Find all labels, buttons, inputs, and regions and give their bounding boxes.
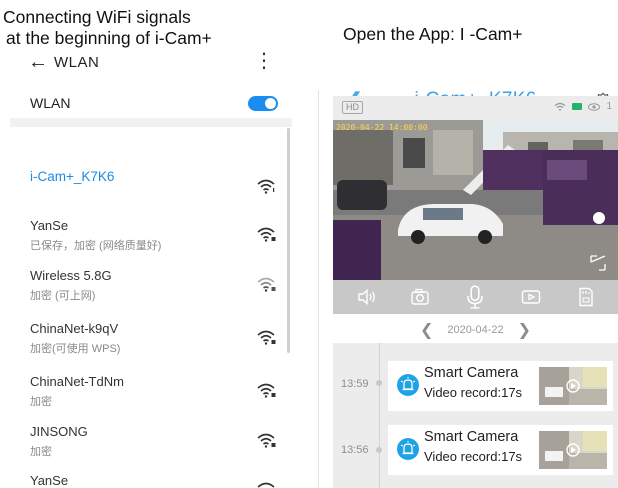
network-name: ChinaNet-k9qV bbox=[30, 321, 119, 336]
record-card[interactable]: Smart Camera Video record:17s bbox=[388, 425, 613, 475]
microphone-icon[interactable] bbox=[463, 282, 487, 312]
chevron-left-icon[interactable]: ❮ bbox=[420, 320, 433, 340]
network-status: 加密 (可上网) bbox=[30, 290, 96, 302]
wifi-lock-icon bbox=[257, 433, 276, 448]
wifi-lock-icon bbox=[257, 277, 276, 292]
viewer-count: 1 bbox=[606, 101, 612, 112]
left-caption-line1: Connecting WiFi signals bbox=[3, 7, 191, 27]
video-timestamp: 2020-04-22 14:00:00 bbox=[336, 123, 428, 132]
record-thumbnail[interactable] bbox=[539, 367, 607, 405]
record-icon[interactable] bbox=[520, 286, 542, 308]
panel-divider bbox=[318, 90, 319, 488]
record-title: Smart Camera bbox=[424, 365, 519, 381]
wlan-toggle-label: WLAN bbox=[30, 95, 71, 111]
network-name: Wireless 5.8G bbox=[30, 268, 112, 283]
right-caption: Open the App: I -Cam+ bbox=[343, 24, 523, 44]
network-item-chinanet-k9qv[interactable]: ChinaNet-k9qV 加密(可使用 WPS) bbox=[30, 321, 276, 356]
network-status: 加密 bbox=[30, 446, 52, 458]
record-title: Smart Camera bbox=[424, 429, 519, 445]
wlan-toggle-row: WLAN bbox=[30, 92, 278, 114]
video-status-strip: HD 1 bbox=[333, 96, 618, 120]
video-controls bbox=[333, 280, 618, 314]
record-subtitle: Video record:17s bbox=[424, 385, 523, 400]
wifi-lock-icon bbox=[257, 227, 276, 242]
network-item-yanse-2[interactable]: YanSe bbox=[30, 473, 276, 488]
record-subtitle: Video record:17s bbox=[424, 449, 523, 464]
timeline-dot bbox=[376, 447, 382, 453]
wlan-header-title: WLAN bbox=[54, 53, 100, 71]
selected-date: 2020-04-22 bbox=[447, 324, 504, 336]
network-status: 加密(可使用 WPS) bbox=[30, 343, 121, 355]
network-name: YanSe bbox=[30, 473, 69, 488]
wifi-icon bbox=[257, 482, 275, 488]
network-status: 已保存，加密 (网络质量好) bbox=[30, 240, 162, 252]
network-item-yanse[interactable]: YanSe 已保存，加密 (网络质量好) bbox=[30, 218, 276, 253]
network-item-chinanet-tdnm[interactable]: ChinaNet-TdNm 加密 bbox=[30, 374, 276, 409]
wifi-lock-icon bbox=[257, 330, 276, 345]
wlan-toggle[interactable] bbox=[248, 95, 278, 111]
wlan-header: ← WLAN ⋮ bbox=[28, 50, 280, 74]
chevron-right-icon[interactable]: ❯ bbox=[518, 320, 531, 340]
record-card[interactable]: Smart Camera Video record:17s bbox=[388, 361, 613, 411]
record-time: 13:56 bbox=[341, 444, 369, 456]
wifi-icon bbox=[257, 179, 275, 194]
network-name: JINSONG bbox=[30, 424, 88, 439]
video-frame bbox=[333, 120, 618, 280]
network-status: 加密 bbox=[30, 396, 52, 408]
network-name: ChinaNet-TdNm bbox=[30, 374, 124, 389]
timeline-line bbox=[379, 343, 380, 488]
record-thumbnail[interactable] bbox=[539, 431, 607, 469]
speaker-icon[interactable] bbox=[355, 286, 377, 308]
status-icons: 1 bbox=[554, 101, 612, 112]
camera-icon[interactable] bbox=[409, 286, 431, 308]
network-item-wireless[interactable]: Wireless 5.8G 加密 (可上网) bbox=[30, 268, 276, 303]
hd-button[interactable]: HD bbox=[342, 101, 363, 114]
live-video[interactable]: 2020-04-22 14:00:00 bbox=[333, 120, 618, 280]
section-divider bbox=[10, 118, 292, 127]
alarm-icon bbox=[397, 374, 419, 396]
more-vertical-icon[interactable]: ⋮ bbox=[254, 50, 274, 72]
date-selector: ❮ 2020-04-22 ❯ bbox=[333, 320, 618, 340]
network-item-icam[interactable]: i-Cam+_K7K6 bbox=[30, 169, 276, 194]
record-time: 13:59 bbox=[341, 378, 369, 390]
battery-icon bbox=[572, 103, 583, 110]
eye-icon bbox=[588, 102, 601, 111]
scrollbar[interactable] bbox=[287, 128, 290, 353]
alarm-icon bbox=[397, 438, 419, 460]
timeline-dot bbox=[376, 380, 382, 386]
arrow-left-icon[interactable]: ← bbox=[28, 51, 54, 74]
wifi-lock-icon bbox=[257, 383, 276, 398]
wifi-signal-icon bbox=[555, 102, 566, 111]
network-item-jinsong[interactable]: JINSONG 加密 bbox=[30, 424, 276, 459]
left-caption: Connecting WiFi signals at the beginning… bbox=[3, 7, 212, 49]
network-name: i-Cam+_K7K6 bbox=[30, 169, 115, 184]
left-caption-line2: at the beginning of i-Cam+ bbox=[6, 28, 212, 48]
sd-card-icon[interactable] bbox=[574, 286, 596, 308]
network-name: YanSe bbox=[30, 218, 69, 233]
